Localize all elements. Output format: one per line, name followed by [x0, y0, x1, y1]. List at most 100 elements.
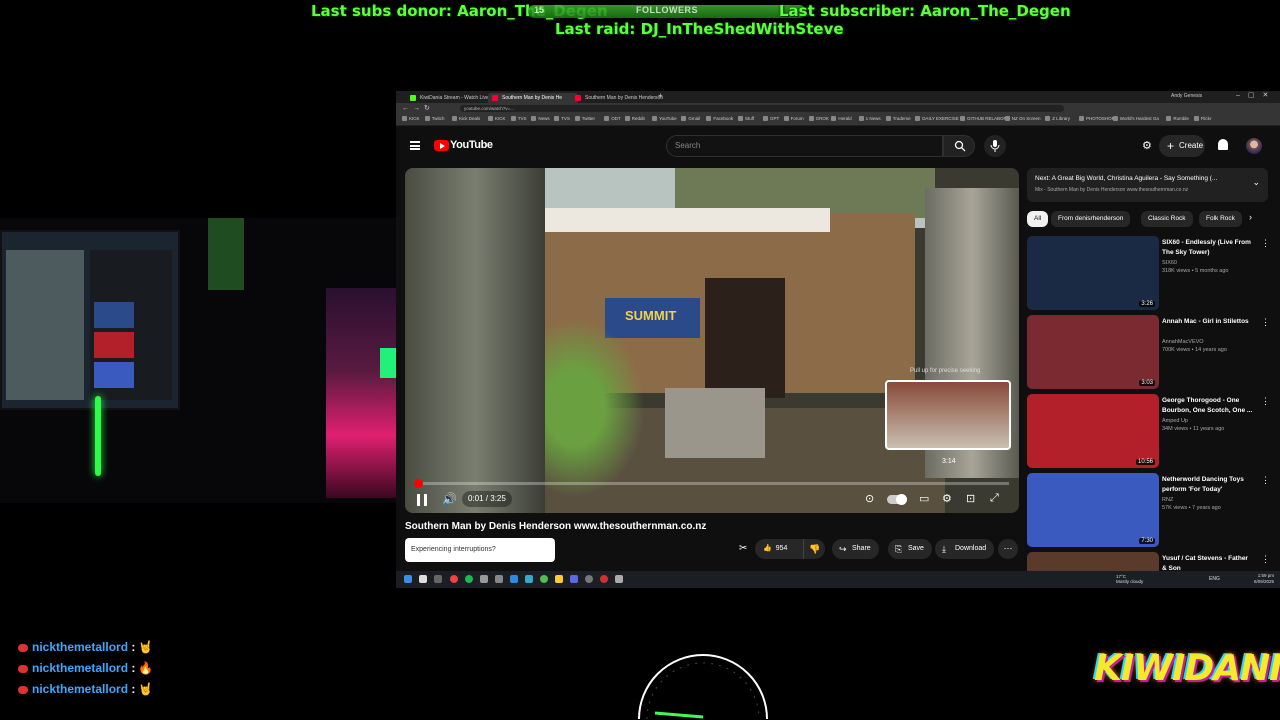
progress-scrubber[interactable]	[413, 479, 423, 488]
pause-button[interactable]	[417, 494, 427, 506]
browser-tab[interactable]: Southern Man by Denis Henderson	[571, 93, 665, 103]
recommendation-thumbnail[interactable]: 3:26	[1027, 236, 1159, 310]
bookmark-item[interactable]: 1 News	[858, 116, 881, 122]
bookmark-item[interactable]: Z Library	[1045, 116, 1070, 122]
share-button[interactable]: ↪ Share	[832, 539, 879, 559]
video-player[interactable]: SUMMIT Pull up for precise seeking 3:14 …	[405, 168, 1019, 513]
app-icon[interactable]	[510, 575, 518, 583]
recommendation-thumbnail[interactable]: 7:30	[1027, 473, 1159, 547]
bookmark-item[interactable]: DAILY EXERCISE	[915, 116, 959, 122]
recommendation-item[interactable]: 10:56 George Thorogood - One Bourbon, One…	[1027, 394, 1277, 470]
new-tab-button[interactable]: +	[658, 91, 663, 100]
bookmark-item[interactable]: Flickr	[1193, 116, 1211, 122]
voice-search-button[interactable]	[984, 135, 1006, 157]
app-icon[interactable]	[615, 575, 623, 583]
bookmark-item[interactable]: YouTube	[652, 116, 677, 122]
recommendation-title[interactable]: SIX60 - Endlessly (Live From The Sky Tow…	[1162, 238, 1254, 258]
fullscreen-icon[interactable]: ⤢	[990, 492, 999, 505]
youtube-logo-text[interactable]: YouTube	[450, 139, 493, 151]
bookmark-item[interactable]: Stuff	[738, 116, 754, 122]
chevron-right-icon[interactable]: ›	[1249, 212, 1252, 222]
chevron-down-icon[interactable]: ⌄	[1252, 177, 1260, 188]
profile-name[interactable]: Andy Genesis	[1171, 93, 1202, 99]
interruptions-prompt[interactable]: Experiencing interruptions?	[405, 538, 555, 562]
save-button[interactable]: ⎘ Save	[888, 539, 932, 559]
create-button[interactable]: + Create	[1159, 135, 1205, 157]
bookmark-item[interactable]: World's Hardest Ga	[1112, 116, 1159, 122]
chip-all[interactable]: All	[1027, 211, 1049, 227]
app-icon[interactable]	[570, 575, 578, 583]
more-options-icon[interactable]: ⋮	[1261, 554, 1270, 565]
bookmark-item[interactable]: Reddit	[624, 116, 645, 122]
recommendation-channel[interactable]: Amped Up	[1162, 418, 1188, 424]
window-controls[interactable]: –▢✕	[1236, 91, 1276, 99]
bookmark-item[interactable]: Kick Deals	[452, 116, 480, 122]
download-button[interactable]: ⤓ Download	[935, 539, 995, 559]
app-icon[interactable]	[540, 575, 548, 583]
autoplay-toggle[interactable]	[887, 494, 907, 505]
user-avatar[interactable]	[1246, 138, 1262, 154]
bookmark-item[interactable]: Forum	[783, 116, 804, 122]
volume-icon[interactable]: 🔊	[442, 492, 457, 506]
subtitles-icon[interactable]: ▭	[919, 492, 929, 505]
recommendation-channel[interactable]: RNZ	[1162, 497, 1173, 503]
youtube-logo-icon[interactable]	[434, 140, 449, 151]
browser-tab[interactable]: KiwiDania Stream - Watch Live	[406, 93, 494, 103]
bookmark-item[interactable]: KICK	[488, 116, 506, 122]
search-input[interactable]: Search	[666, 135, 943, 157]
start-button-icon[interactable]	[404, 575, 412, 583]
url-input[interactable]: youtube.com/watch?v=...	[460, 105, 1064, 112]
browser-tab-active[interactable]: Southern Man by Denis He	[488, 93, 578, 103]
like-button[interactable]: 👍 954	[755, 539, 797, 559]
settings-gear-icon[interactable]: ⚙	[942, 492, 952, 505]
chrome-icon[interactable]	[450, 575, 458, 583]
recommendation-item[interactable]: 3:03 Annah Mac - Girl in Stilettos AnnahMa…	[1027, 315, 1277, 391]
bookmark-item[interactable]: Rumble	[1166, 116, 1189, 122]
bookmark-item[interactable]: GROK	[808, 116, 829, 122]
bookmark-item[interactable]: PHOTOSHOP	[1079, 116, 1115, 122]
recommendation-channel[interactable]: AnnahMacVEVO	[1162, 339, 1204, 345]
bookmark-item[interactable]: Facebook	[706, 116, 733, 122]
recommendation-title[interactable]: George Thorogood - One Bourbon, One Scot…	[1162, 396, 1254, 416]
app-icon[interactable]	[600, 575, 608, 583]
bookmark-item[interactable]: Gmail	[681, 116, 700, 122]
bookmark-item[interactable]: Twitch	[424, 116, 445, 122]
recommendation-title[interactable]: Netherworld Dancing Toys perform 'For To…	[1162, 475, 1254, 495]
bookmark-item[interactable]: NZ On Screen	[1004, 116, 1041, 122]
chip-folk-rock[interactable]: Folk Rock	[1199, 211, 1242, 227]
recommendation-channel[interactable]: SIX60	[1162, 260, 1177, 266]
explorer-icon[interactable]	[555, 575, 563, 583]
app-icon[interactable]	[495, 575, 503, 583]
bookmark-item[interactable]: GITHUB RELABOR	[960, 116, 1007, 122]
more-options-icon[interactable]: ⋮	[1261, 317, 1270, 328]
recommendation-item[interactable]: 7:30 Netherworld Dancing Toys perform 'Fo…	[1027, 473, 1277, 549]
bookmark-item[interactable]: Twitter	[574, 116, 595, 122]
clip-icon[interactable]: ✂	[739, 543, 747, 554]
up-next-panel[interactable]: Next: A Great Big World, Christina Aguil…	[1027, 168, 1268, 202]
app-icon[interactable]	[585, 575, 593, 583]
search-taskbar-icon[interactable]	[419, 575, 427, 583]
recommendation-thumbnail[interactable]: 10:56	[1027, 394, 1159, 468]
chip-classic-rock[interactable]: Classic Rock	[1141, 211, 1193, 227]
miniplayer-icon[interactable]: ⊙	[865, 492, 874, 505]
notifications-bell-icon[interactable]	[1218, 139, 1228, 150]
app-icon[interactable]	[480, 575, 488, 583]
recommendation-item[interactable]: 3:26 SIX60 - Endlessly (Live From The Sky…	[1027, 236, 1277, 312]
recommendation-thumbnail[interactable]: 3:03	[1027, 315, 1159, 389]
taskview-icon[interactable]	[434, 575, 442, 583]
recommendation-title[interactable]: Annah Mac - Girl in Stilettos	[1162, 317, 1254, 327]
dislike-button[interactable]: 👎	[803, 539, 825, 559]
clock[interactable]: 1:59 pm 6/09/2025	[1254, 573, 1274, 585]
weather-widget[interactable]: 17°C Mostly cloudy	[1116, 574, 1143, 584]
edge-icon[interactable]	[525, 575, 533, 583]
bookmark-item[interactable]: TVS	[554, 116, 570, 122]
bookmark-item[interactable]: News	[531, 116, 550, 122]
chip-from-channel[interactable]: From denisrhenderson	[1051, 211, 1131, 227]
more-options-icon[interactable]: ⋮	[1261, 396, 1270, 407]
more-options-icon[interactable]: ⋮	[1261, 238, 1270, 249]
bookmark-item[interactable]: GPT	[763, 116, 779, 122]
more-actions-button[interactable]: ⋯	[998, 539, 1018, 559]
search-button[interactable]	[943, 135, 975, 157]
bookmark-item[interactable]: TVS	[510, 116, 527, 122]
bookmark-item[interactable]: Herald	[831, 116, 852, 122]
